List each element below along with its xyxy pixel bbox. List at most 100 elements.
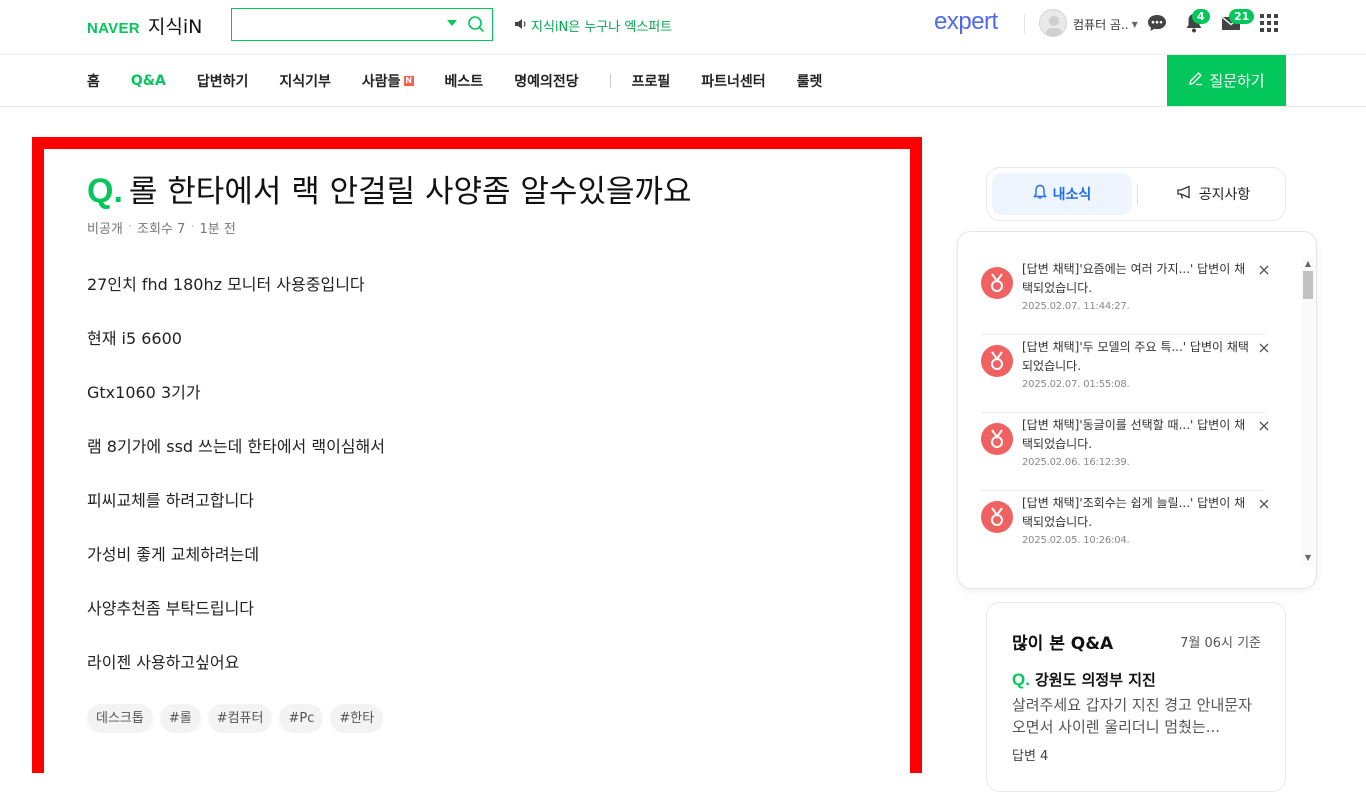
notification-message: [답변 채택]'두 모델의 주요 특...' 답변이 채택되었습니다. <box>1022 340 1249 373</box>
tab-notice-label: 공지사항 <box>1198 187 1251 203</box>
meta-separator: · <box>190 220 195 235</box>
question-title: Q. 롤 한타에서 랙 안걸릴 사양좀 알수있을까요 <box>87 166 692 211</box>
notification-item[interactable]: [답변 채택]'조회수는 쉽게 늘릴...' 답변이 채택되었습니다. 2025… <box>981 491 1269 569</box>
bell-icon <box>1032 184 1053 204</box>
nav-item-people[interactable]: 사람들 N <box>362 71 414 91</box>
tag-chip[interactable]: #컴퓨터 <box>207 704 273 733</box>
tag-chip[interactable]: #롤 <box>159 704 201 733</box>
kin-logo[interactable]: 지식iN <box>148 12 202 39</box>
top-header: NAVER 지식iN 지식iN은 누구나 엑스퍼트 expert 컴퓨터 곰..… <box>0 0 1366 55</box>
popular-title: 많이 본 Q&A <box>1012 634 1114 654</box>
tag-chip[interactable]: #Pc <box>279 704 324 733</box>
question-body-line: 사양추천좀 부탁드립니다 <box>87 599 255 618</box>
ask-question-label: 질문하기 <box>1209 72 1265 90</box>
notification-scrollbar[interactable]: ▲ ▼ <box>1301 257 1315 565</box>
notification-time: 2025.02.07. 01:55:08. <box>1022 379 1130 390</box>
nav-item-roulette[interactable]: 룰렛 <box>797 71 823 91</box>
posted-time: 1분 전 <box>199 222 236 237</box>
nav-item-answer[interactable]: 답변하기 <box>197 71 249 91</box>
question-body-line: 피씨교체를 하려고합니다 <box>87 491 255 510</box>
nav-item-people-label: 사람들 <box>361 73 401 90</box>
expert-logo[interactable]: expert <box>934 8 998 36</box>
header-divider <box>1024 14 1025 34</box>
notification-item[interactable]: [답변 채택]'두 모델의 주요 특...' 답변이 채택되었습니다. 2025… <box>981 335 1269 413</box>
notification-item[interactable]: [답변 채택]'동글이를 선택할 때...' 답변이 채택되었습니다. 2025… <box>981 413 1269 491</box>
ask-question-button[interactable]: 질문하기 <box>1167 55 1286 106</box>
search-input[interactable] <box>238 13 438 35</box>
nav-divider <box>609 73 611 88</box>
naver-logo[interactable]: NAVER <box>87 20 140 37</box>
question-body-line: Gtx1060 3기가 <box>87 383 201 402</box>
notification-message: [답변 채택]'조회수는 쉽게 늘릴...' 답변이 채택되었습니다. <box>1022 496 1246 529</box>
scroll-track[interactable] <box>1301 257 1315 565</box>
popular-question-excerpt[interactable]: 살려주세요 갑자기 지진 경고 안내문자 오면서 사이렌 울리더니 멈췄는... <box>1012 694 1264 738</box>
tag-chip[interactable]: #한타 <box>330 704 384 733</box>
chevron-down-icon: ▼ <box>1131 20 1138 29</box>
popular-qna-card: 많이 본 Q&A 7월 06시 기준 Q. 강원도 의정부 지진 살려주세요 갑… <box>986 602 1286 792</box>
tab-my-news[interactable]: 내소식 <box>992 173 1132 215</box>
question-body-line: 라이젠 사용하고싶어요 <box>87 653 240 672</box>
close-icon[interactable] <box>1257 341 1271 355</box>
q-mark: Q. <box>87 172 123 210</box>
scroll-thumb[interactable] <box>1303 271 1313 299</box>
search-box <box>231 8 493 41</box>
notification-time: 2025.02.07. 11:44:27. <box>1022 301 1130 312</box>
user-menu[interactable]: 컴퓨터 곰.. ▼ <box>1073 16 1138 33</box>
notification-time: 2025.02.06. 16:12:39. <box>1022 457 1130 468</box>
promo-link[interactable]: 지식iN은 누구나 엑스퍼트 <box>514 16 672 35</box>
notification-time: 2025.02.05. 10:26:04. <box>1022 535 1130 546</box>
medal-icon <box>981 423 1013 455</box>
scroll-up-icon[interactable]: ▲ <box>1303 259 1313 269</box>
question-body-line: 가성비 좋게 교체하려는데 <box>87 545 260 564</box>
nav-item-qna[interactable]: Q&A <box>131 73 166 89</box>
close-icon[interactable] <box>1257 419 1271 433</box>
scroll-down-icon[interactable]: ▼ <box>1303 553 1313 563</box>
question-body-line: 현재 i5 6600 <box>87 329 182 348</box>
apps-grid-icon[interactable] <box>1258 12 1280 34</box>
nav-item-best[interactable]: 베스트 <box>445 71 484 91</box>
tag-chip[interactable]: 데스크톱 <box>87 704 153 733</box>
notification-panel: [답변 채택]'요즘에는 여러 가지...' 답변이 채택되었습니다. 2025… <box>957 231 1317 589</box>
avatar[interactable] <box>1039 9 1067 37</box>
nav-item-partner[interactable]: 파트너센터 <box>701 71 765 91</box>
q-mark: Q. <box>1012 670 1030 689</box>
speaker-icon <box>514 18 531 34</box>
search-icon[interactable] <box>467 15 485 33</box>
nav-item-donate[interactable]: 지식기부 <box>279 71 331 91</box>
logo[interactable]: NAVER 지식iN <box>87 12 202 39</box>
question-meta: 비공개 · 조회수 7 · 1분 전 <box>87 218 236 237</box>
notification-badge: 4 <box>1192 9 1210 24</box>
promo-text: 지식iN은 누구나 엑스퍼트 <box>531 20 673 35</box>
question-body-line: 27인치 fhd 180hz 모니터 사용중입니다 <box>87 275 365 294</box>
view-count: 조회수 7 <box>137 222 186 237</box>
nav-item-profile[interactable]: 프로필 <box>632 71 671 91</box>
close-icon[interactable] <box>1257 497 1271 511</box>
meta-separator: · <box>127 220 133 235</box>
side-tabs: 내소식 공지사항 <box>986 167 1286 221</box>
username: 컴퓨터 곰.. <box>1073 18 1129 32</box>
new-badge: N <box>403 75 414 86</box>
megaphone-icon <box>1176 185 1199 204</box>
chat-icon[interactable] <box>1146 12 1168 34</box>
popular-question-link[interactable]: Q. 강원도 의정부 지진 <box>1012 669 1156 690</box>
notification-message: [답변 채택]'요즘에는 여러 가지...' 답변이 채택되었습니다. <box>1022 262 1246 295</box>
tab-divider <box>1137 185 1138 205</box>
tab-notice[interactable]: 공지사항 <box>1143 173 1283 215</box>
medal-icon <box>981 501 1013 533</box>
notification-item[interactable]: [답변 채택]'요즘에는 여러 가지...' 답변이 채택되었습니다. 2025… <box>981 257 1269 335</box>
mail-badge: 21 <box>1229 9 1255 24</box>
dropdown-caret-icon[interactable] <box>445 16 459 30</box>
popular-answer-count: 답변 4 <box>1012 749 1049 764</box>
popular-question-title: 강원도 의정부 지진 <box>1034 671 1156 689</box>
nav-item-home[interactable]: 홈 <box>87 71 100 91</box>
popular-timestamp: 7월 06시 기준 <box>1180 636 1261 651</box>
notification-message: [답변 채택]'동글이를 선택할 때...' 답변이 채택되었습니다. <box>1022 418 1246 451</box>
close-icon[interactable] <box>1257 263 1271 277</box>
visibility-label: 비공개 <box>87 222 123 237</box>
question-body-line: 램 8기가에 ssd 쓰는데 한타에서 랙이심해서 <box>87 437 385 456</box>
nav-list: 홈 Q&A 답변하기 지식기부 사람들 N 베스트 명예의전당 프로필 파트너센… <box>87 55 853 106</box>
medal-icon <box>981 267 1013 299</box>
nav-item-hall-of-fame[interactable]: 명예의전당 <box>514 71 578 91</box>
main-nav: 홈 Q&A 답변하기 지식기부 사람들 N 베스트 명예의전당 프로필 파트너센… <box>0 55 1366 107</box>
pencil-icon <box>1188 71 1209 90</box>
